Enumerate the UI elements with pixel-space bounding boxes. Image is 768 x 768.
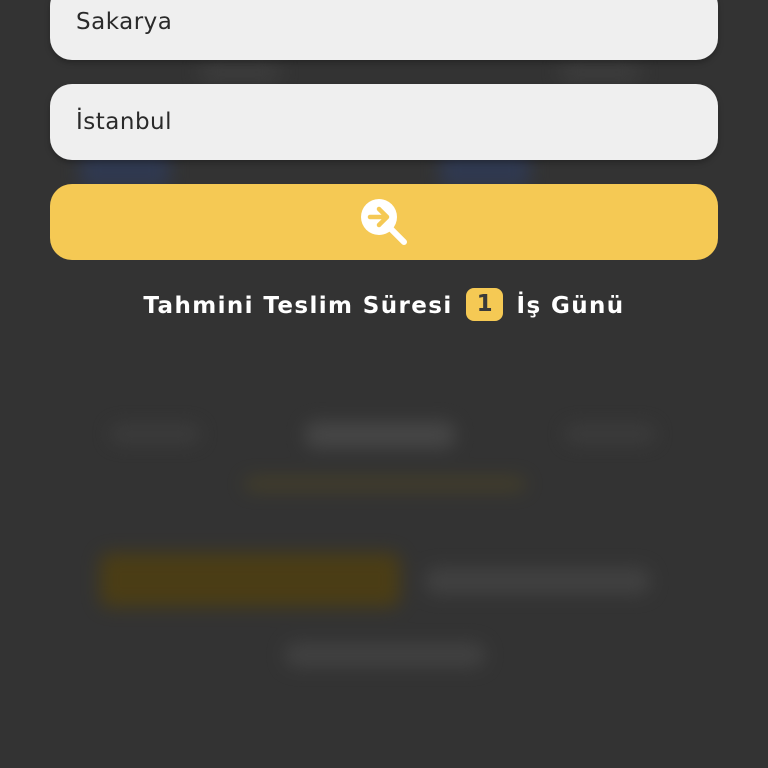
search-button[interactable] [50,184,718,260]
blurred-block [200,60,280,84]
blurred-block [100,553,400,607]
blurred-block [110,425,200,443]
origin-city-value: Sakarya [76,9,173,35]
blurred-block [305,422,455,448]
delivery-unit-label: İş Günü [516,293,625,319]
origin-city-field[interactable]: Sakarya [50,0,718,60]
blurred-block [245,478,525,490]
blurred-block [425,568,650,594]
delivery-estimate: Tahmini Teslim Süresi 1 İş Günü [0,288,768,323]
blurred-block [285,643,485,667]
delivery-estimate-label: Tahmini Teslim Süresi [143,293,453,319]
screen: Sakarya İstanbul Tahmini Teslim Süresi 1… [0,0,768,768]
destination-city-field[interactable]: İstanbul [50,84,718,160]
delivery-days-badge: 1 [466,288,504,321]
destination-city-value: İstanbul [76,109,173,135]
blurred-block [565,425,655,443]
search-arrow-icon [358,196,410,248]
blurred-block [560,60,640,84]
